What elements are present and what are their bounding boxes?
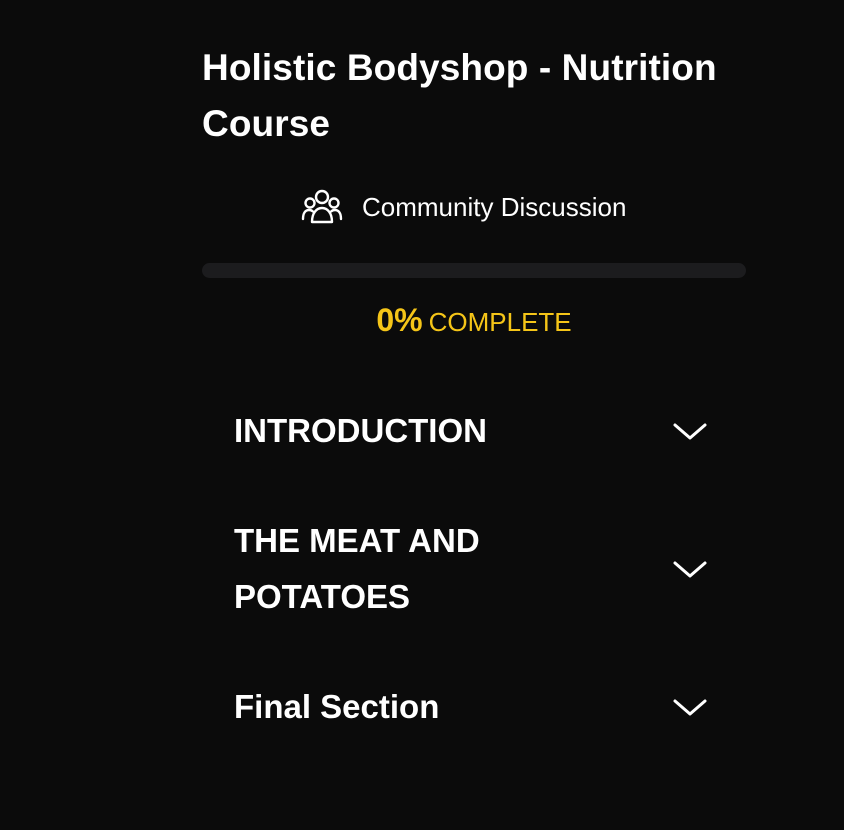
section-label: Final Section	[234, 688, 440, 725]
section-introduction[interactable]: INTRODUCTION	[234, 403, 714, 459]
users-group-icon	[300, 186, 344, 228]
section-the-meat-and-potatoes[interactable]: THE MEAT AND POTATOES	[234, 513, 714, 625]
course-sidebar: Holistic Bodyshop - Nutrition Course Com…	[0, 0, 844, 830]
community-discussion-link[interactable]: Community Discussion	[300, 186, 626, 228]
course-title: Holistic Bodyshop - Nutrition Course	[202, 47, 717, 144]
progress-percent: 0%	[376, 302, 423, 338]
progress-suffix: COMPLETE	[428, 307, 572, 337]
chevron-down-icon[interactable]	[672, 557, 708, 581]
section-label: THE MEAT AND POTATOES	[234, 522, 480, 615]
community-discussion-label: Community Discussion	[362, 192, 627, 222]
chevron-down-icon[interactable]	[672, 695, 708, 719]
progress-status: 0% COMPLETE	[202, 298, 746, 349]
section-final-section[interactable]: Final Section	[234, 679, 714, 735]
section-label: INTRODUCTION	[234, 412, 487, 449]
progress-bar	[202, 263, 746, 278]
chevron-down-icon[interactable]	[672, 419, 708, 443]
